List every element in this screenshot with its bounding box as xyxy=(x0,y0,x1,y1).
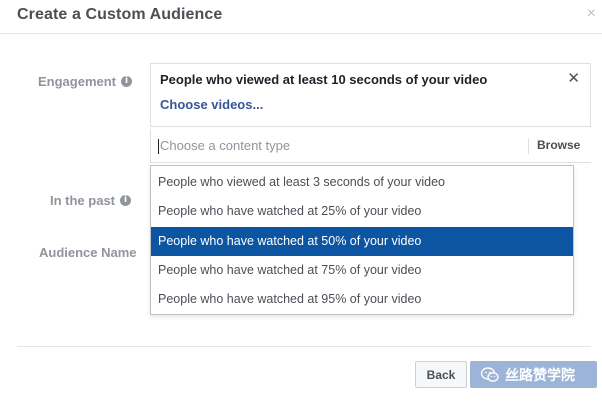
dropdown-option-25-percent[interactable]: People who have watched at 25% of your v… xyxy=(151,197,573,226)
audience-name-label: Audience Name xyxy=(39,245,137,260)
text-cursor xyxy=(158,139,159,154)
dropdown-option-50-percent[interactable]: People who have watched at 50% of your v… xyxy=(151,227,573,256)
info-icon[interactable]: i xyxy=(120,195,132,206)
close-icon[interactable]: × xyxy=(587,6,596,22)
in-the-past-label-text: In the past xyxy=(50,193,116,208)
dropdown-option-95-percent[interactable]: People who have watched at 95% of your v… xyxy=(151,285,573,314)
create-audience-button[interactable] xyxy=(470,361,597,388)
dialog-header: Create a Custom Audience × xyxy=(0,0,602,34)
field-divider xyxy=(528,138,529,154)
back-button[interactable]: Back xyxy=(415,361,467,388)
remove-selection-icon[interactable]: ✕ xyxy=(567,69,580,87)
content-type-field: Browse xyxy=(150,129,591,163)
engagement-label: Engagement i xyxy=(38,74,133,89)
in-the-past-label: In the past i xyxy=(50,193,132,208)
dropdown-option-3-seconds[interactable]: People who viewed at least 3 seconds of … xyxy=(151,168,573,197)
dialog-title: Create a Custom Audience xyxy=(17,6,223,23)
content-type-input[interactable] xyxy=(160,138,520,153)
choose-videos-link[interactable]: Choose videos... xyxy=(160,97,263,112)
content-type-dropdown: People who viewed at least 3 seconds of … xyxy=(150,165,574,315)
dropdown-option-75-percent[interactable]: People who have watched at 75% of your v… xyxy=(151,256,573,285)
audience-name-label-text: Audience Name xyxy=(39,245,137,260)
selected-engagement-type: People who viewed at least 10 seconds of… xyxy=(160,72,488,87)
footer-divider xyxy=(17,346,591,347)
browse-button[interactable]: Browse xyxy=(537,138,580,152)
info-icon[interactable]: i xyxy=(121,76,133,87)
engagement-label-text: Engagement xyxy=(38,74,117,89)
engagement-selection-box: People who viewed at least 10 seconds of… xyxy=(150,63,591,127)
